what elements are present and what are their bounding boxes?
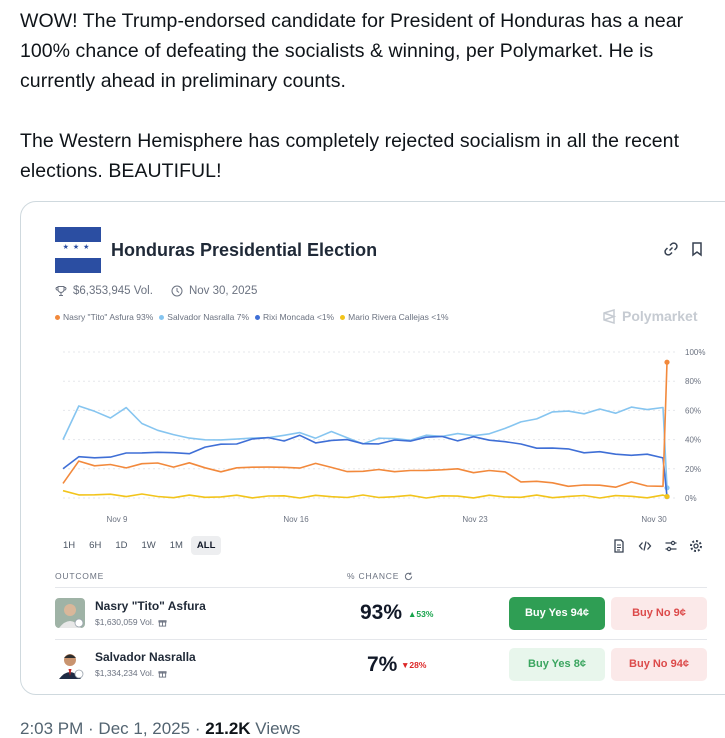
series-endpoint bbox=[664, 359, 670, 365]
refresh-icon[interactable] bbox=[404, 571, 413, 581]
buy-yes-button[interactable]: Buy Yes 94¢ bbox=[509, 597, 605, 630]
gear-icon[interactable] bbox=[689, 539, 703, 553]
embed-code-icon[interactable] bbox=[638, 539, 652, 553]
polymarket-logo-icon bbox=[603, 308, 617, 324]
market-title: Honduras Presidential Election bbox=[111, 240, 378, 260]
legend-dot bbox=[55, 314, 60, 320]
candidate-volume-value: $1,630,059 Vol. bbox=[95, 617, 155, 627]
market-meta: $6,353,945 Vol. Nov 30, 2025 bbox=[55, 285, 257, 297]
range-button-1h[interactable]: 1H bbox=[57, 536, 81, 555]
tweet-footer: 2:03 PM · Dec 1, 2025 · 21.2K Views bbox=[20, 719, 300, 738]
range-button-1m[interactable]: 1M bbox=[164, 536, 189, 555]
divider bbox=[55, 639, 707, 640]
time-range-selector: 1H 6H 1D 1W 1M ALL bbox=[57, 536, 222, 555]
chance-change: ▼28% bbox=[401, 660, 427, 670]
polymarket-watermark: Polymarket bbox=[602, 308, 697, 324]
series-line bbox=[62, 489, 668, 499]
series-line bbox=[62, 434, 668, 497]
trophy-icon bbox=[55, 286, 67, 296]
chance-header: % CHANCE bbox=[347, 571, 413, 581]
series-line bbox=[62, 405, 668, 488]
market-date: Nov 30, 2025 bbox=[188, 285, 258, 297]
honduras-flag-icon: ★★★ bbox=[55, 227, 101, 273]
clock-icon bbox=[171, 285, 183, 297]
legend-label: Rixi Moncada <1% bbox=[263, 312, 335, 322]
tweet-paragraph: The Western Hemisphere has completely re… bbox=[20, 130, 680, 182]
candidate-volume: $1,334,234 Vol. bbox=[95, 668, 167, 678]
legend-label: Mario Rivera Callejas <1% bbox=[348, 312, 449, 322]
avatar bbox=[55, 649, 85, 679]
range-button-all[interactable]: ALL bbox=[190, 536, 222, 555]
y-tick-label: 60% bbox=[685, 406, 701, 415]
price-chart[interactable]: 100% 80% 60% 40% 20% 0% Nov 9 Nov 16 Nov 23 Nov 3… bbox=[55, 342, 715, 527]
series-endpoint bbox=[664, 493, 670, 500]
y-tick-label: 0% bbox=[685, 494, 697, 503]
y-tick-label: 20% bbox=[685, 465, 701, 474]
buy-yes-button[interactable]: Buy Yes 8¢ bbox=[509, 648, 605, 681]
y-tick-label: 80% bbox=[685, 377, 701, 386]
polymarket-embed-card[interactable]: ★★★ Honduras Presidential Election $6,35… bbox=[20, 201, 725, 695]
chance-header-label: % CHANCE bbox=[347, 571, 400, 581]
gift-icon bbox=[158, 670, 167, 678]
legend-item: Nasry "Tito" Asfura 93% bbox=[55, 312, 153, 322]
x-tick-label: Nov 23 bbox=[462, 515, 488, 524]
x-tick-label: Nov 9 bbox=[107, 515, 128, 524]
document-icon[interactable] bbox=[612, 539, 626, 553]
legend-dot bbox=[255, 314, 261, 320]
buy-no-button[interactable]: Buy No 9¢ bbox=[611, 597, 707, 630]
y-tick-label: 40% bbox=[685, 436, 701, 445]
legend-dot bbox=[340, 314, 346, 320]
tweet-text: WOW! The Trump-endorsed candidate for Pr… bbox=[20, 6, 720, 186]
x-tick-label: Nov 16 bbox=[283, 515, 309, 524]
legend-item: Rixi Moncada <1% bbox=[255, 312, 334, 322]
market-volume: $6,353,945 Vol. bbox=[73, 285, 153, 297]
link-icon[interactable] bbox=[663, 241, 679, 257]
settings-sliders-icon[interactable] bbox=[664, 539, 678, 553]
watermark-text: Polymarket bbox=[622, 308, 698, 324]
legend-item: Salvador Nasralla 7% bbox=[159, 312, 249, 322]
tweet-timestamp[interactable]: 2:03 PM · Dec 1, 2025 · bbox=[20, 719, 205, 738]
range-button-1d[interactable]: 1D bbox=[109, 536, 133, 555]
legend-label: Salvador Nasralla 7% bbox=[167, 312, 250, 322]
legend-item: Mario Rivera Callejas <1% bbox=[340, 312, 449, 322]
x-tick-label: Nov 30 bbox=[641, 515, 667, 524]
views-label: Views bbox=[250, 719, 301, 738]
candidate-volume-value: $1,334,234 Vol. bbox=[95, 668, 155, 678]
chance-change: ▲53% bbox=[408, 609, 434, 619]
views-count: 21.2K bbox=[205, 719, 251, 738]
candidate-name[interactable]: Salvador Nasralla bbox=[95, 650, 196, 664]
chart-legend: Nasry "Tito" Asfura 93% Salvador Nasralla… bbox=[55, 312, 449, 322]
gift-icon bbox=[158, 619, 167, 627]
candidate-chance: 93% bbox=[360, 601, 403, 624]
candidate-name[interactable]: Nasry "Tito" Asfura bbox=[95, 599, 206, 613]
tweet-paragraph: WOW! The Trump-endorsed candidate for Pr… bbox=[20, 10, 684, 92]
legend-label: Nasry "Tito" Asfura 93% bbox=[63, 312, 154, 322]
avatar bbox=[55, 598, 85, 628]
candidate-volume: $1,630,059 Vol. bbox=[95, 617, 167, 627]
range-button-1w[interactable]: 1W bbox=[135, 536, 161, 555]
buy-no-button[interactable]: Buy No 94¢ bbox=[611, 648, 707, 681]
outcome-header: OUTCOME bbox=[55, 571, 105, 581]
range-button-6h[interactable]: 6H bbox=[83, 536, 107, 555]
y-tick-label: 100% bbox=[685, 348, 705, 357]
candidate-chance: 7% bbox=[367, 653, 398, 676]
bookmark-icon[interactable] bbox=[689, 241, 705, 257]
divider bbox=[55, 587, 707, 588]
legend-dot bbox=[159, 314, 165, 320]
